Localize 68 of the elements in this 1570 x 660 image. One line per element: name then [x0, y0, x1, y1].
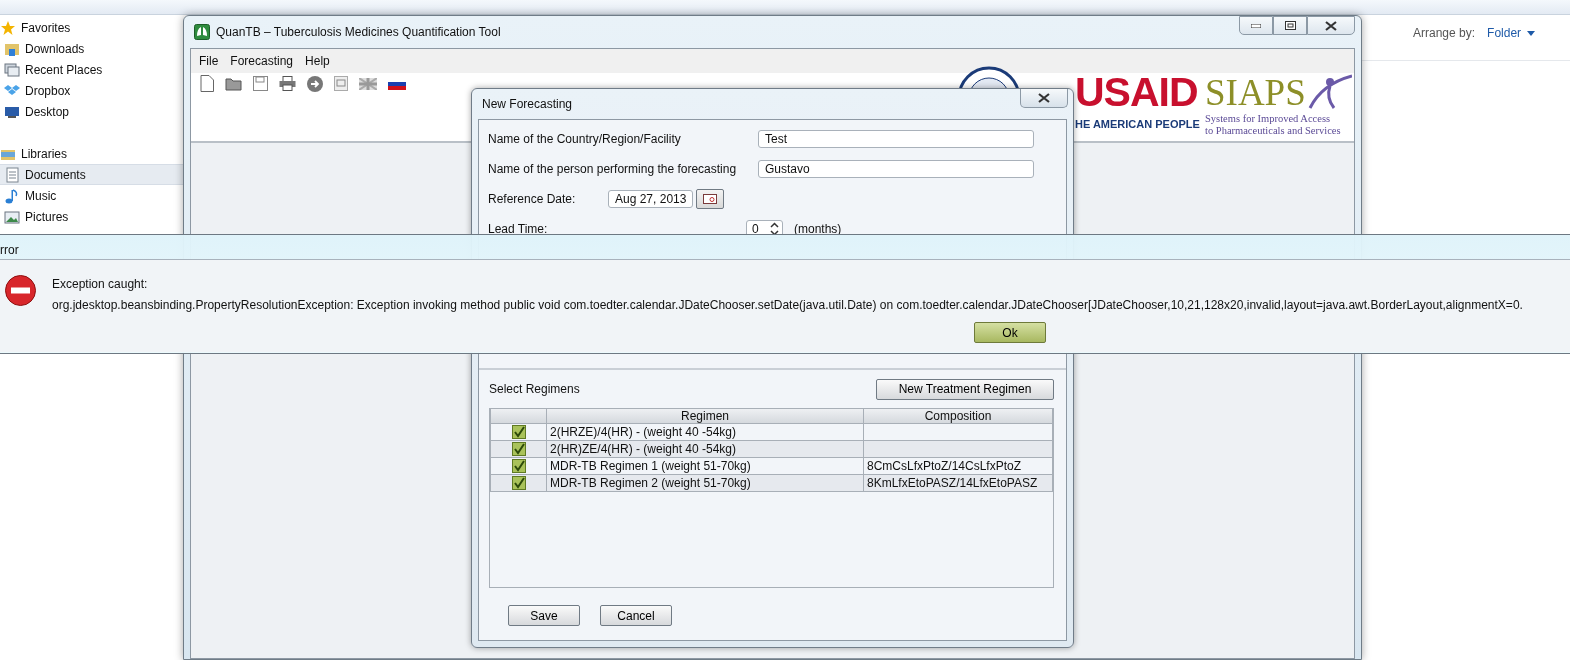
table-cell: MDR-TB Regimen 2 (weight 51-70kg)	[547, 475, 864, 492]
checkbox[interactable]	[511, 459, 526, 473]
calendar-button[interactable]	[696, 189, 725, 209]
document-icon	[4, 166, 20, 183]
menu-item[interactable]: File	[199, 52, 219, 70]
column-header[interactable]: Regimen	[547, 408, 864, 424]
new-regimen-button[interactable]: New Treatment Regimen	[876, 378, 1054, 400]
close-icon	[1038, 93, 1050, 103]
printer-icon[interactable]	[279, 76, 296, 91]
dialog-button[interactable]: Cancel	[600, 605, 672, 626]
column-header[interactable]: Composition	[864, 408, 1053, 424]
folder-icon[interactable]	[225, 76, 242, 91]
arrange-by-dropdown[interactable]: Folder	[1487, 24, 1536, 42]
spinner-arrows-icon	[770, 222, 779, 236]
error-icon	[5, 275, 36, 306]
calendar-icon	[703, 194, 718, 204]
star-icon	[0, 19, 16, 36]
error-message: org.jdesktop.beansbinding.PropertyResolutionException: Exception invoking method public void com.toedter.calendar.JDateChooser.setDate(java.util.Date) on com.toedter.calendar.JDateChooser[JDateChooser,10,21,128x20,invalid,layout=java.awt.BorderLayout,alignmentX=0.	[52, 297, 1523, 314]
nav-item[interactable]: Downloads	[0, 38, 183, 59]
lungs-icon	[194, 24, 210, 40]
nav-item[interactable]: Dropbox	[0, 80, 183, 101]
window-title: QuanTB – Tuberculosis Medicines Quantification Tool	[216, 24, 501, 41]
table-cell: 8KmLfxEtoPASZ/14LfxEtoPASZ	[864, 475, 1053, 492]
logo-tagline: HE AMERICAN PEOPLE	[1075, 117, 1200, 132]
nav-item[interactable]: Recent Places	[0, 59, 183, 80]
figure-icon	[1308, 74, 1352, 110]
maximize-button[interactable]	[1273, 16, 1307, 35]
field-label: Name of the Country/Region/Facility	[488, 131, 682, 148]
error-heading: Exception caught:	[52, 276, 149, 293]
nav-item[interactable]: Favorites	[0, 17, 183, 38]
checkbox[interactable]	[511, 476, 526, 490]
window-title: rror	[0, 243, 19, 257]
document-icon[interactable]	[200, 75, 214, 92]
nav-item[interactable]: Music	[0, 185, 183, 206]
checkbox[interactable]	[511, 442, 526, 456]
maximize-icon	[1284, 21, 1296, 30]
dialog-title: New Forecasting	[482, 96, 573, 113]
close-button[interactable]	[1307, 16, 1355, 35]
close-icon	[1325, 20, 1337, 31]
unit-label: (months)	[794, 221, 842, 238]
nav-item[interactable]: Desktop	[0, 101, 183, 122]
minimize-icon	[1251, 23, 1261, 28]
section-label: Select Regimens	[489, 381, 580, 398]
field-label: Name of the person performing the forecasting	[488, 161, 738, 178]
dialog-button[interactable]: Save	[508, 605, 580, 626]
field-label: Lead Time:	[488, 221, 549, 238]
music-note-icon	[4, 187, 20, 204]
checkbox[interactable]	[511, 425, 526, 439]
table-cell: 2(HR)ZE/4(HR) - (weight 40 -54kg)	[547, 441, 864, 458]
nav-item[interactable]: Documents	[0, 164, 183, 185]
input-field[interactable]: Test	[758, 130, 1034, 148]
logo-tagline: to Pharmaceuticals and Services	[1205, 124, 1341, 137]
window-stack-icon	[4, 61, 20, 78]
ok-button[interactable]: Ok	[974, 322, 1046, 343]
input-field[interactable]: Gustavo	[758, 160, 1034, 178]
nav-item[interactable]: Pictures	[0, 206, 183, 227]
arrange-by-label: Arrange by:	[1413, 25, 1476, 42]
logo-tagline: Systems for Improved Access	[1205, 113, 1332, 125]
logo-text: SIAPS	[1205, 74, 1306, 111]
menu-item[interactable]: Forecasting	[230, 52, 294, 70]
caret-icon	[1527, 30, 1536, 36]
close-button[interactable]	[1020, 89, 1068, 108]
logo-text: USAID	[1075, 72, 1198, 113]
menu-item[interactable]: Help	[305, 52, 330, 70]
date-field[interactable]: Aug 27, 2013	[608, 190, 694, 208]
field-label: Reference Date:	[488, 191, 577, 208]
picture-icon	[4, 208, 20, 225]
nav-item[interactable]: Libraries	[0, 143, 183, 164]
